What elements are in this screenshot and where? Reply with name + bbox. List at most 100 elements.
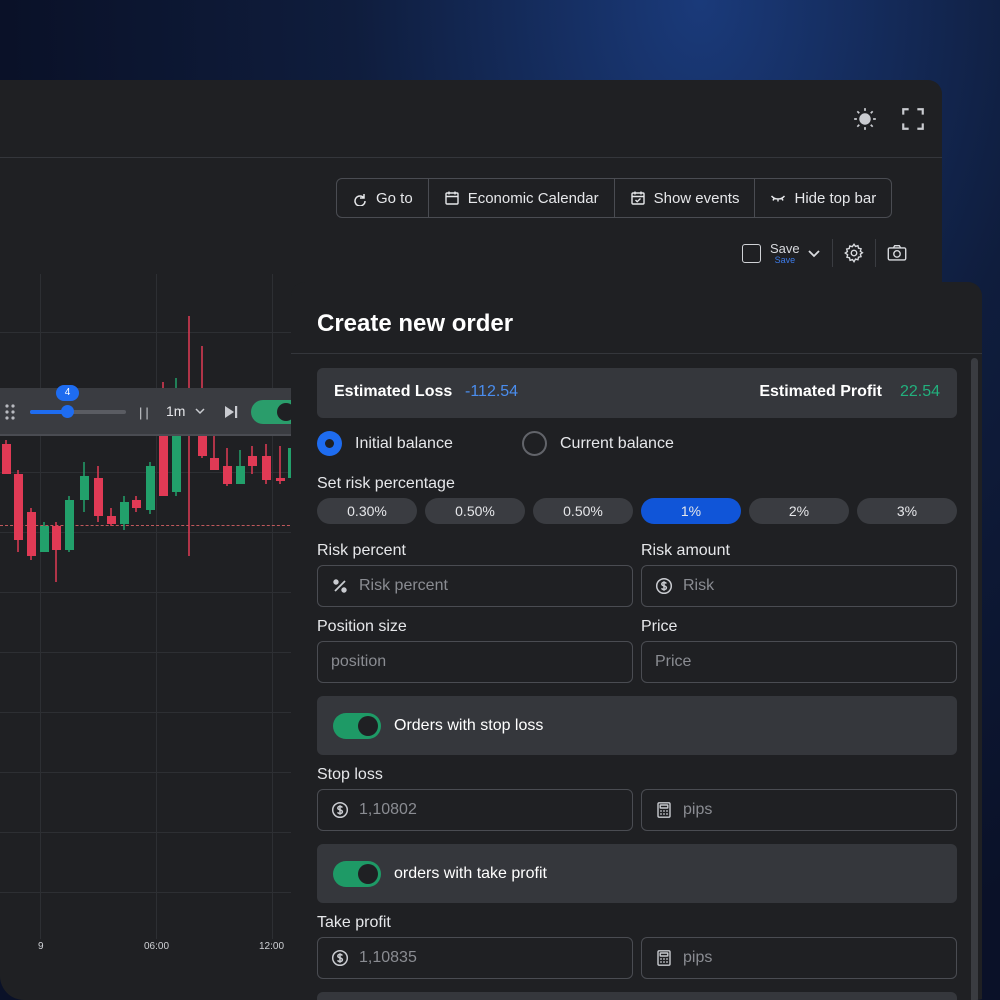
save-checkbox[interactable] [742, 243, 761, 263]
risk-chip[interactable]: 0.50% [533, 498, 633, 524]
stop-loss-toggle[interactable] [333, 712, 381, 739]
risk-chip[interactable]: 0.50% [425, 498, 525, 524]
fullscreen-icon[interactable] [900, 106, 926, 132]
next-section-box [317, 992, 957, 1000]
risk-percent-input[interactable]: Risk percent [317, 565, 633, 607]
candles-layer [2, 316, 297, 582]
save-button[interactable]: Save Save [770, 242, 800, 265]
estimated-profit-label: Estimated Profit [759, 383, 882, 400]
candle-body [52, 526, 61, 550]
x-tick-label: 06:00 [144, 941, 170, 952]
price-label: Price [641, 618, 678, 635]
economic-calendar-label: Economic Calendar [467, 189, 599, 207]
show-events-label: Show events [653, 189, 740, 207]
candle-body [248, 456, 257, 466]
candle-body [276, 478, 285, 481]
candle-body [236, 466, 245, 484]
estimate-summary: Estimated Loss -112.54 Estimated Profit … [317, 368, 957, 418]
timeframe-select[interactable]: 1m [166, 403, 185, 419]
skip-forward-icon[interactable] [222, 403, 240, 421]
divider [831, 239, 833, 267]
take-profit-toggle-label: orders with take profit [394, 864, 547, 882]
placeholder: Price [655, 653, 692, 670]
hide-top-bar-label: Hide top bar [794, 189, 877, 207]
speed-slider-track[interactable] [30, 410, 126, 414]
stop-loss-toggle-row[interactable]: Orders with stop loss [317, 696, 957, 755]
estimated-loss-label: Estimated Loss [334, 383, 453, 400]
risk-amount-input[interactable]: Risk [641, 565, 957, 607]
chevron-down-icon[interactable] [806, 245, 822, 261]
eye-closed-icon [771, 195, 786, 202]
chart-toolbar: Go to Economic Calendar Show events Hide… [336, 178, 893, 218]
redo-icon [354, 194, 366, 206]
placeholder: Risk [683, 577, 715, 594]
candle-body [120, 502, 129, 524]
risk-chip[interactable]: 2% [749, 498, 849, 524]
candle-body [223, 466, 232, 484]
stop-loss-pips-input[interactable]: pips [641, 789, 957, 831]
chevron-down-icon[interactable] [194, 405, 206, 417]
show-events-button[interactable]: Show events [615, 179, 756, 217]
gear-icon[interactable] [843, 242, 865, 264]
divider [291, 353, 982, 354]
candle-body [2, 444, 11, 474]
position-size-label: Position size [317, 618, 407, 635]
candle-body [132, 500, 141, 508]
radio-current-balance[interactable]: Current balance [522, 431, 674, 456]
risk-amount-label: Risk amount [641, 542, 730, 559]
candle-body [210, 458, 219, 470]
drag-handle-icon[interactable] [4, 403, 16, 421]
take-profit-value: 1,10835 [359, 949, 417, 966]
risk-chip-group: 0.30% 0.50% 0.50% 1% 2% 3% [317, 498, 957, 524]
risk-chip-selected[interactable]: 1% [641, 498, 741, 524]
calculator-icon [657, 802, 671, 818]
calendar-icon [444, 191, 459, 205]
risk-chip[interactable]: 0.30% [317, 498, 417, 524]
risk-chip[interactable]: 3% [857, 498, 957, 524]
stop-loss-label: Stop loss [317, 766, 383, 783]
save-label: Save [770, 240, 800, 256]
radio-selected-icon [317, 431, 342, 456]
scrollbar[interactable] [971, 358, 978, 1000]
take-profit-toggle[interactable] [333, 860, 381, 887]
price-chart[interactable]: 9 06:00 12:00 [0, 274, 300, 964]
hide-top-bar-button[interactable]: Hide top bar [755, 179, 891, 217]
calculator-icon [657, 950, 671, 966]
radio-label: Current balance [560, 434, 674, 452]
take-profit-pips-input[interactable]: pips [641, 937, 957, 979]
candle-body [80, 476, 89, 500]
camera-icon[interactable] [886, 242, 908, 264]
x-tick-label: 12:00 [259, 941, 285, 952]
stop-loss-value: 1,10802 [359, 801, 417, 818]
candle-body [146, 466, 155, 510]
pause-icon[interactable]: || [139, 405, 152, 420]
risk-percent-label: Risk percent [317, 542, 406, 559]
goto-label: Go to [376, 189, 413, 207]
estimated-profit-value: 22.54 [899, 383, 940, 400]
take-profit-input[interactable]: 1,10835 [317, 937, 633, 979]
price-input[interactable]: Price [641, 641, 957, 683]
take-profit-toggle-row[interactable]: orders with take profit [317, 844, 957, 903]
radio-initial-balance[interactable]: Initial balance [317, 431, 453, 456]
stop-loss-toggle-label: Orders with stop loss [394, 716, 544, 734]
position-size-input[interactable]: position [317, 641, 633, 683]
x-tick-label: 9 [38, 941, 44, 952]
candle-body [65, 500, 74, 550]
speed-slider-knob[interactable] [61, 405, 74, 418]
candle-body [94, 478, 103, 516]
placeholder: position [331, 653, 387, 670]
dollar-coin-icon [331, 801, 349, 819]
percent-icon [333, 579, 347, 593]
candle-body [107, 516, 116, 524]
candle-body [14, 474, 23, 540]
risk-percentage-label: Set risk percentage [317, 475, 455, 492]
estimated-loss-value: -112.54 [465, 383, 519, 400]
replay-playback-bar: 4 || 1m [0, 385, 303, 436]
economic-calendar-button[interactable]: Economic Calendar [429, 179, 615, 217]
placeholder: Risk percent [359, 577, 448, 594]
app-topbar [0, 80, 942, 158]
theme-sun-icon[interactable] [852, 106, 878, 132]
goto-button[interactable]: Go to [337, 179, 429, 217]
stop-loss-input[interactable]: 1,10802 [317, 789, 633, 831]
create-order-panel: Create new order Estimated Loss -112.54 … [291, 282, 982, 1000]
